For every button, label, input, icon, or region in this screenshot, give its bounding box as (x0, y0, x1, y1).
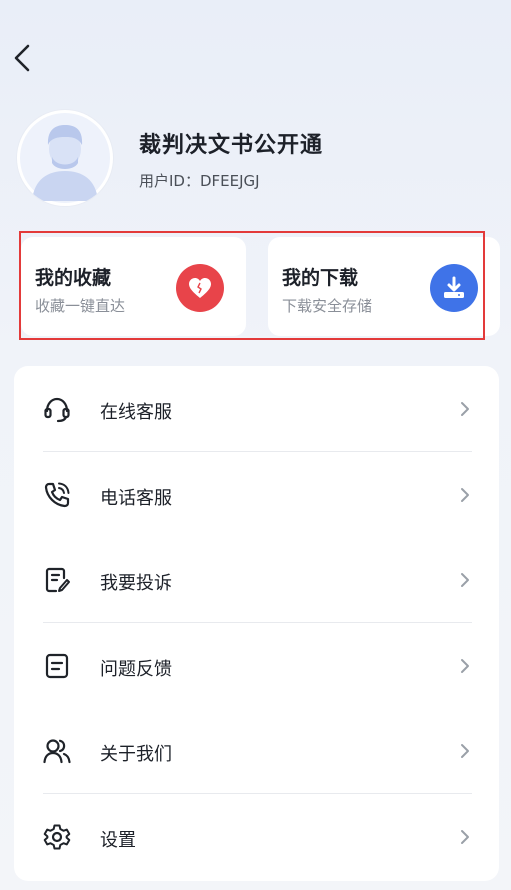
menu-label-settings: 设置 (100, 830, 136, 851)
back-button[interactable] (8, 40, 40, 76)
user-id: 用户ID：DFEEJGJ (139, 170, 260, 191)
chevron-right-icon (461, 402, 469, 416)
menu-item-settings[interactable]: 设置 (14, 794, 499, 879)
menu-label-about-us: 关于我们 (100, 744, 172, 765)
menu-item-phone-service[interactable]: 电话客服 (14, 452, 499, 537)
menu-label-feedback: 问题反馈 (100, 659, 172, 680)
feedback-icon (45, 653, 69, 679)
chevron-right-icon (461, 744, 469, 758)
gear-icon (43, 824, 71, 850)
user-id-value: DFEEJGJ (199, 172, 260, 190)
menu-label-phone-service: 电话客服 (100, 488, 172, 509)
profile-name: 裁判决文书公开通 (139, 133, 324, 158)
complaint-icon (45, 567, 70, 593)
menu-label-complaint: 我要投诉 (100, 573, 172, 594)
menu-label-online-service: 在线客服 (100, 402, 172, 423)
avatar[interactable] (17, 110, 113, 206)
users-icon (43, 739, 71, 764)
menu-item-online-service[interactable]: 在线客服 (14, 366, 499, 451)
chevron-right-icon (461, 573, 469, 587)
user-avatar-icon (20, 113, 110, 203)
headset-icon (44, 397, 70, 423)
user-id-label: 用户ID： (139, 172, 200, 190)
phone-icon (44, 482, 70, 508)
chevron-left-icon (14, 44, 30, 72)
menu-item-about-us[interactable]: 关于我们 (14, 708, 499, 793)
menu-item-feedback[interactable]: 问题反馈 (14, 623, 499, 708)
chevron-right-icon (461, 488, 469, 502)
chevron-right-icon (461, 659, 469, 673)
quick-actions-highlight (19, 231, 485, 340)
menu-item-complaint[interactable]: 我要投诉 (14, 537, 499, 622)
chevron-right-icon (461, 830, 469, 844)
settings-menu: 在线客服 电话客服 我要投诉 问题反馈 关于我们 设置 (14, 366, 499, 881)
